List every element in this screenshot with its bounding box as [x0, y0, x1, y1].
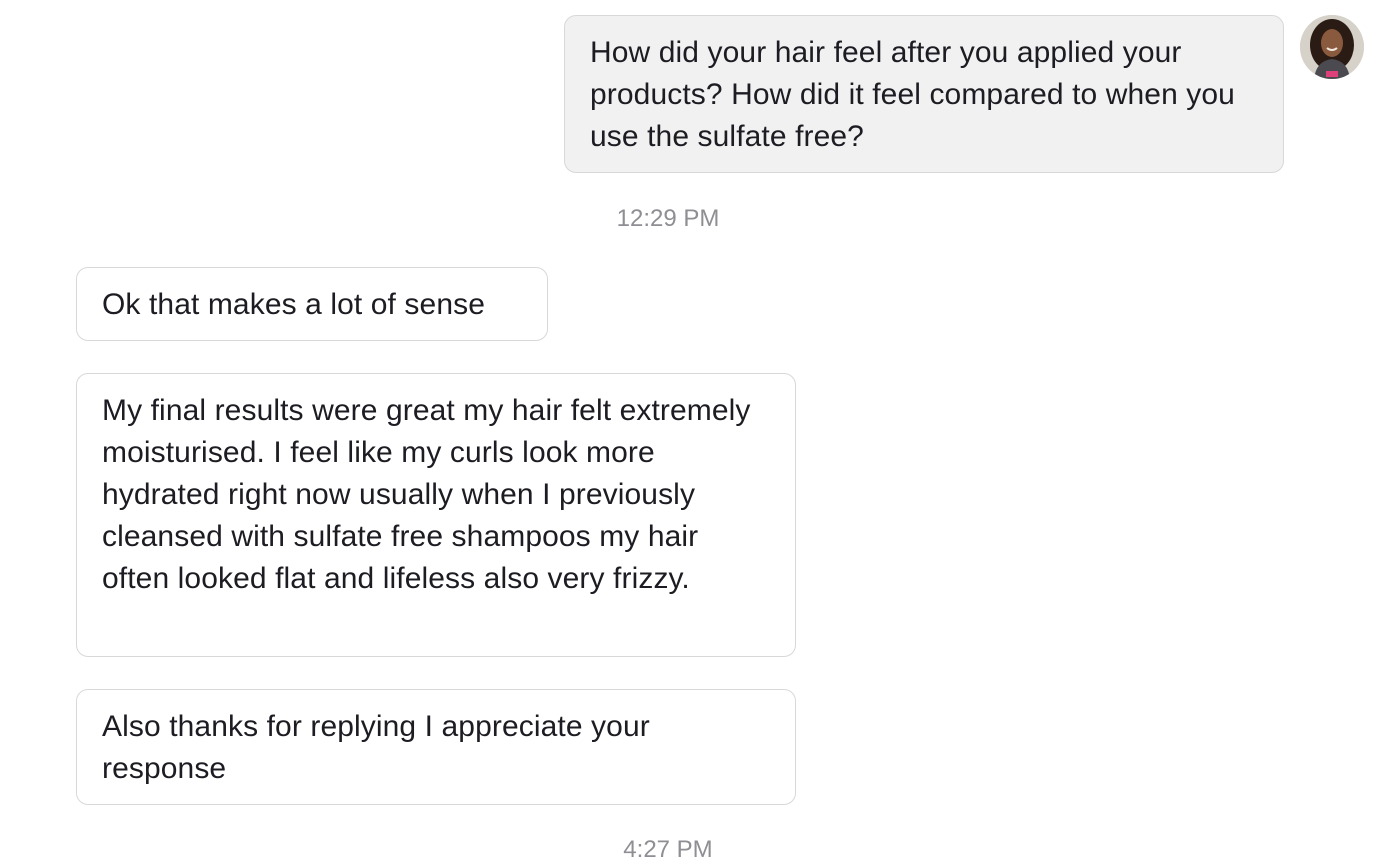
message-thread: How did your hair feel after you applied… [0, 0, 1388, 868]
message-bubble-incoming[interactable]: My final results were great my hair felt… [76, 373, 796, 657]
message-bubble-incoming[interactable]: Ok that makes a lot of sense [76, 267, 548, 341]
message-bubble-outgoing[interactable]: How did your hair feel after you applied… [564, 15, 1284, 173]
timestamp: 4:27 PM [623, 836, 713, 863]
message-bubble-incoming[interactable]: Also thanks for replying I appreciate yo… [76, 689, 796, 805]
avatar-image [1300, 15, 1364, 79]
timestamp: 12:29 PM [616, 205, 720, 232]
avatar[interactable] [1300, 15, 1364, 79]
